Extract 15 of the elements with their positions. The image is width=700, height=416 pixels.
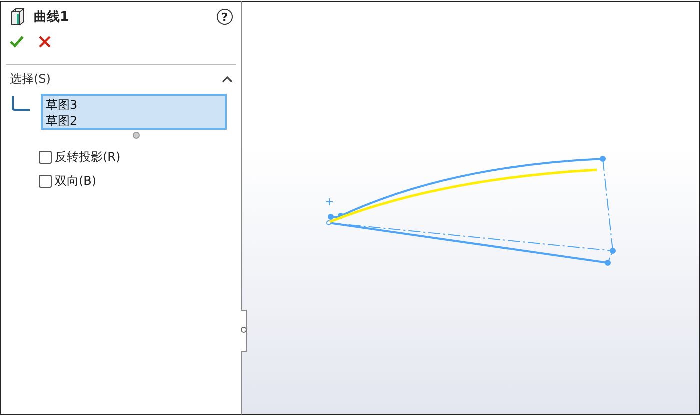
checkbox-label: 反转投影(R)	[55, 149, 121, 166]
ok-button[interactable]	[9, 34, 25, 50]
checkbox-label: 双向(B)	[55, 173, 97, 190]
panel-title: 曲线1	[34, 9, 70, 26]
help-icon[interactable]: ?	[217, 9, 233, 25]
section-title: 选择(S)	[10, 71, 52, 88]
checkbox[interactable]	[39, 151, 52, 164]
resize-handle[interactable]	[132, 132, 140, 139]
sketch-profile-icon	[11, 94, 31, 112]
checkbox[interactable]	[39, 175, 52, 188]
curve-feature-icon	[10, 8, 26, 26]
caret-icon[interactable]	[222, 76, 233, 83]
selection-list[interactable]: 草图3 草图2	[41, 94, 227, 130]
cancel-button[interactable]	[37, 34, 53, 50]
splitter-handle[interactable]	[241, 310, 247, 352]
